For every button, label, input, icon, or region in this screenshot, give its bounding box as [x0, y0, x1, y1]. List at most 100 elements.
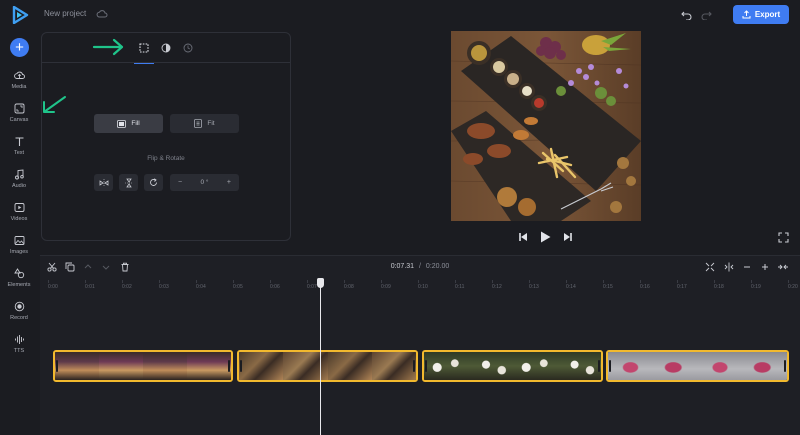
fill-button[interactable]: Fill [94, 114, 163, 133]
snap-button[interactable] [723, 261, 735, 273]
ruler-tick-label: 0:11 [455, 284, 465, 290]
fit-button[interactable]: Fit [170, 114, 239, 133]
undo-icon [680, 11, 691, 20]
ruler-tick-label: 0:04 [196, 284, 206, 290]
sidebar-item-tts[interactable]: TTS [0, 334, 38, 364]
text-icon [15, 137, 23, 146]
clip-trim-start-handle[interactable] [609, 360, 611, 372]
sidebar-item-text[interactable]: Text [0, 136, 38, 166]
ruler-tick [48, 280, 49, 283]
sidebar-item-audio[interactable]: Audio [0, 169, 38, 199]
skip-back-button[interactable] [517, 231, 529, 243]
ruler-tick-label: 0:05 [233, 284, 243, 290]
minus-icon [744, 266, 750, 268]
skip-forward-button[interactable] [562, 231, 574, 243]
music-icon [14, 169, 24, 180]
timeline-clip[interactable] [237, 350, 418, 382]
undo-button[interactable] [679, 8, 693, 22]
project-name[interactable]: New project [44, 9, 86, 18]
redo-icon [701, 11, 712, 20]
fill-label: Fill [131, 120, 140, 127]
canvas-properties-panel: Fill Fit Flip & Rotate − 0 ° + [41, 32, 291, 241]
fit-timeline-button[interactable] [704, 261, 716, 273]
sidebar-item-elements[interactable]: Elements [0, 268, 38, 298]
ruler-tick [640, 280, 641, 283]
skip-forward-icon [564, 233, 572, 241]
contrast-icon [161, 43, 171, 53]
rotate-button[interactable] [144, 174, 163, 191]
clip-trim-end-handle[interactable] [413, 360, 415, 372]
sidebar-item-record[interactable]: Record [0, 301, 38, 331]
rotation-value[interactable]: 0 ° [200, 179, 208, 186]
video-editor-app: New project Export + Media Canvas Text A… [0, 0, 800, 435]
fullscreen-icon[interactable] [778, 232, 789, 243]
video-preview[interactable] [451, 31, 641, 221]
ruler-tick-label: 0:10 [418, 284, 428, 290]
food-platter-image [451, 31, 641, 221]
flip-vertical-button[interactable] [119, 174, 138, 191]
ruler-tick [529, 280, 530, 283]
ruler-tick-label: 0:16 [640, 284, 650, 290]
sidebar-item-label: Record [10, 315, 28, 321]
rotate-decrease-button[interactable]: − [178, 179, 182, 186]
app-logo-icon[interactable] [11, 6, 29, 24]
export-label: Export [754, 10, 781, 19]
clip-trim-end-handle[interactable] [228, 360, 230, 372]
flip-horizontal-button[interactable] [94, 174, 113, 191]
flip-vertical-icon [124, 178, 133, 187]
rotate-increase-button[interactable]: + [227, 179, 231, 186]
ruler-tick-label: 0:03 [159, 284, 169, 290]
ruler-tick-label: 0:08 [344, 284, 354, 290]
clip-trim-end-handle[interactable] [784, 360, 786, 372]
zoom-out-button[interactable] [741, 261, 753, 273]
sidebar-item-label: Canvas [9, 117, 29, 123]
ruler-tick-label: 0:17 [677, 284, 687, 290]
play-button[interactable] [539, 231, 551, 243]
redo-button[interactable] [699, 8, 713, 22]
tab-adjust[interactable] [158, 40, 174, 56]
rotate-icon [150, 178, 157, 186]
crop-dotted-square-icon [139, 43, 149, 53]
sidebar-item-canvas[interactable]: Canvas [0, 103, 38, 133]
ruler-tick-label: 0:13 [529, 284, 539, 290]
ruler-tick-label: 0:01 [85, 284, 95, 290]
clip-trim-start-handle[interactable] [56, 360, 58, 372]
ruler-tick-label: 0:20 [788, 284, 798, 290]
export-button[interactable]: Export [733, 5, 789, 24]
skip-back-icon [519, 233, 527, 241]
add-media-button[interactable]: + [10, 38, 29, 57]
tab-crop[interactable] [134, 40, 154, 64]
ruler-tick [196, 280, 197, 283]
left-sidebar: + Media Canvas Text Audio Videos Images … [0, 30, 38, 435]
sidebar-item-label: Audio [11, 183, 27, 189]
clip-trim-start-handle[interactable] [240, 360, 242, 372]
timeline-ruler[interactable]: 0:00 0:01 0:02 0:03 0:04 0:05 0:06 0:07 0:08 0:09… [40, 280, 800, 292]
shapes-icon [13, 268, 24, 279]
sidebar-item-media[interactable]: Media [0, 70, 38, 100]
ruler-tick-label: 0:15 [603, 284, 613, 290]
expand-timeline-button[interactable] [777, 261, 789, 273]
timeline-clip[interactable] [53, 350, 233, 382]
zoom-in-button[interactable] [759, 261, 771, 273]
sidebar-item-label: Elements [7, 282, 31, 288]
timecode: 0:07.31 / 0:20.00 [40, 263, 800, 270]
rotation-stepper[interactable]: − 0 ° + [170, 174, 239, 191]
ruler-tick [122, 280, 123, 283]
clip-trim-end-handle[interactable] [598, 360, 600, 372]
clip-trim-start-handle[interactable] [425, 360, 427, 372]
ruler-tick [751, 280, 752, 283]
playhead-handle[interactable] [317, 278, 324, 288]
timeline: 0:07.31 / 0:20.00 0:00 0:01 0:02 0:03 0:04 0:… [40, 255, 800, 435]
tab-timing[interactable] [180, 40, 196, 56]
ruler-tick [159, 280, 160, 283]
annotation-arrow-right-icon [92, 38, 124, 56]
ruler-tick [381, 280, 382, 283]
timeline-clip[interactable] [422, 350, 603, 382]
timeline-clip[interactable] [606, 350, 789, 382]
ruler-tick [492, 280, 493, 283]
sidebar-item-images[interactable]: Images [0, 235, 38, 265]
ruler-tick [307, 280, 308, 283]
ruler-tick [85, 280, 86, 283]
sidebar-item-videos[interactable]: Videos [0, 202, 38, 232]
playhead[interactable] [320, 278, 321, 435]
